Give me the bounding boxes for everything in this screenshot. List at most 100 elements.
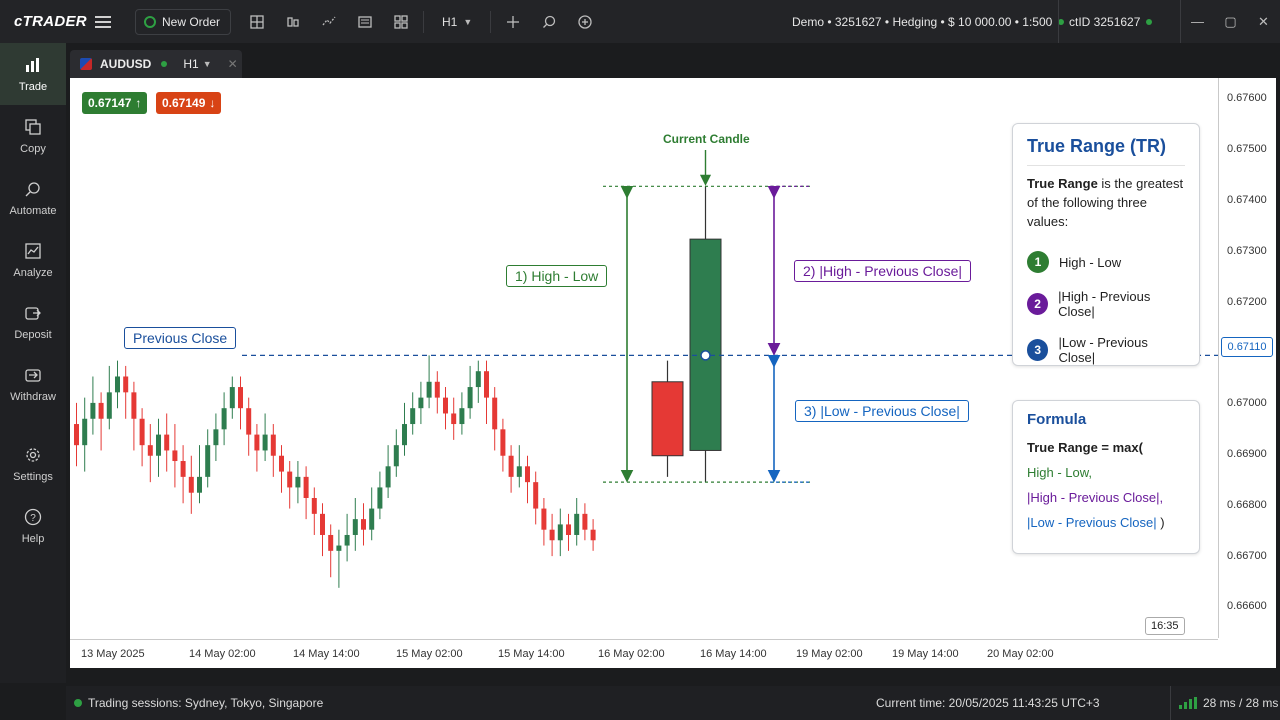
close-tab-icon[interactable]: ✕ — [228, 57, 238, 71]
candle-body — [451, 413, 457, 425]
high-low-label: 1) High - Low — [506, 265, 608, 287]
add-icon[interactable] — [567, 7, 603, 37]
withdraw-icon — [23, 365, 43, 385]
candle-body — [328, 534, 334, 551]
status-bar: Trading sessions: Sydney, Tokyo, Singapo… — [66, 686, 1280, 720]
candle-body — [336, 545, 342, 551]
candle-body — [582, 513, 588, 530]
number-badge-2: 2 — [1027, 293, 1049, 315]
price-axis-label: 0.67000 — [1227, 397, 1267, 409]
time-axis-label: 19 May 02:00 — [796, 648, 863, 660]
trading-sessions-text: Trading sessions: Sydney, Tokyo, Singapo… — [88, 696, 324, 710]
candle-body — [443, 397, 448, 414]
previous-close-marker — [700, 350, 711, 361]
candle-body — [459, 408, 465, 425]
maximize-icon[interactable]: ▢ — [1214, 14, 1247, 30]
minimize-icon[interactable]: — — [1181, 14, 1214, 29]
sidebar-item-deposit[interactable]: Deposit — [0, 291, 66, 353]
sidebar-item-label: Deposit — [14, 329, 52, 341]
candle-body — [295, 476, 301, 488]
hamburger-menu-icon[interactable] — [83, 7, 123, 37]
sidebar-item-settings[interactable]: Settings — [0, 433, 66, 495]
time-axis-label: 14 May 14:00 — [293, 648, 360, 660]
candle-body — [180, 461, 186, 477]
candle-body — [156, 434, 161, 456]
candle-body — [131, 392, 137, 419]
candle-body — [82, 418, 88, 446]
formula-title: Formula — [1027, 411, 1087, 428]
candle-body — [254, 434, 260, 451]
candle-body — [139, 418, 145, 446]
account-info[interactable]: Demo • 3251627 • Hedging • $ 10 000.00 •… — [792, 0, 1065, 43]
chart-type-icon[interactable] — [275, 7, 311, 37]
sidebar-item-label: Analyze — [13, 267, 53, 279]
trading-sessions[interactable]: Trading sessions: Sydney, Tokyo, Singapo… — [74, 696, 323, 710]
chart-area[interactable]: 0.67147 ↑ 0.67149 ↓ Current Candle Previ… — [70, 78, 1276, 668]
app-logo: cTRADER — [14, 13, 87, 30]
watchlist-icon[interactable] — [347, 7, 383, 37]
candle-body — [303, 476, 309, 498]
layout-icon[interactable] — [239, 7, 275, 37]
formula-info-box: Formula True Range = max( High - Low, |H… — [1012, 400, 1200, 554]
sidebar-item-label: Trade — [18, 81, 48, 93]
candle-body — [172, 450, 178, 462]
new-order-icon — [144, 15, 156, 28]
arrow-down-icon: ↓ — [209, 96, 216, 110]
time-axis-label: 20 May 02:00 — [987, 648, 1054, 660]
crosshair-icon[interactable] — [495, 7, 531, 37]
candle-body — [246, 408, 252, 435]
formula-line-1: True Range = max( — [1027, 440, 1143, 455]
timeframe-select[interactable]: H1 ▼ — [428, 15, 486, 29]
timeframe-label: H1 — [442, 14, 458, 29]
indicators-icon[interactable] — [311, 7, 347, 37]
candle-body — [123, 376, 129, 393]
close-icon[interactable]: ✕ — [1247, 14, 1280, 30]
ctid-text: ctID 3251627 — [1069, 14, 1141, 29]
new-order-button[interactable]: New Order — [135, 8, 232, 35]
tab-timeframe[interactable]: H1 — [183, 57, 198, 71]
candle-body — [311, 498, 317, 514]
sidebar-item-label: Settings — [13, 471, 53, 483]
price-axis-label: 0.66700 — [1227, 550, 1267, 562]
new-order-label: New Order — [162, 14, 221, 29]
price-axis[interactable]: 0.67600 0.67500 0.67400 0.67300 0.67200 … — [1218, 78, 1276, 638]
candle-body — [352, 519, 358, 535]
candle-body — [188, 476, 194, 493]
sidebar-item-trade[interactable]: Trade — [0, 43, 66, 105]
candle-body — [393, 445, 399, 467]
chart-tab-audusd[interactable]: AUDUSD H1 ▼ ✕ — [70, 50, 242, 78]
candle-body — [541, 508, 547, 530]
sidebar-item-analyze[interactable]: Analyze — [0, 229, 66, 291]
formula-line-4-b: ) — [1156, 515, 1165, 530]
formula-line-3: |High - Previous Close|, — [1027, 490, 1164, 505]
sidebar-item-label: Copy — [20, 143, 46, 155]
ctid-account[interactable]: ctID 3251627 — [1058, 0, 1153, 43]
true-range-desc-bold: True Range — [1027, 176, 1098, 191]
candle-body — [385, 466, 391, 488]
latency-indicator[interactable]: 28 ms / 28 ms — [1170, 686, 1278, 720]
time-axis-label: 15 May 14:00 — [498, 648, 565, 660]
bid-price-chip[interactable]: 0.67147 ↑ — [82, 92, 148, 114]
candle-body — [262, 434, 268, 451]
price-axis-label: 0.67500 — [1227, 143, 1267, 155]
time-axis-label: 14 May 02:00 — [189, 648, 256, 660]
sidebar-item-automate[interactable]: Automate — [0, 167, 66, 229]
tr-item-text: High - Low — [1059, 254, 1122, 270]
sidebar-item-help[interactable]: ? Help — [0, 495, 66, 557]
candle-body — [344, 534, 350, 546]
candle-body — [402, 424, 407, 446]
time-axis[interactable]: 13 May 2025 14 May 02:00 14 May 14:00 15… — [70, 639, 1218, 668]
sidebar-item-copy[interactable]: Copy — [0, 105, 66, 167]
ask-price-chip[interactable]: 0.67149 ↓ — [156, 92, 222, 114]
automate-icon — [23, 179, 43, 199]
left-sidebar: Trade Copy Automate Analyze Deposit With… — [0, 43, 66, 683]
top-bar: cTRADER New Order H1 ▼ Demo • 3251627 • … — [0, 0, 1280, 43]
candle-body — [164, 434, 170, 451]
multi-chart-icon[interactable] — [383, 7, 419, 37]
sidebar-item-withdraw[interactable]: Withdraw — [0, 353, 66, 415]
zoom-icon[interactable] — [531, 7, 567, 37]
candle-body — [238, 387, 243, 409]
signal-bars-icon — [1179, 697, 1197, 709]
tr-item-3: 3 |Low - Previous Close| — [1027, 335, 1185, 365]
